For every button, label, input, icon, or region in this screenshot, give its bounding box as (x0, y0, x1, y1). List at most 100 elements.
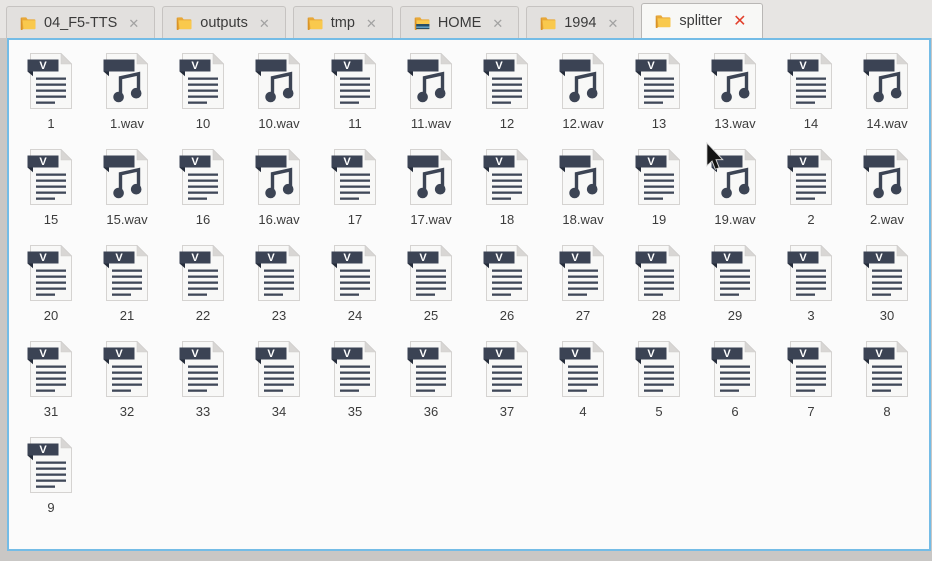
file-11[interactable]: V 11 (317, 52, 393, 148)
file-30[interactable]: V 30 (849, 244, 925, 340)
tab-bar: 04_F5-TTS ✕ outputs ✕ tmp ✕ (0, 0, 932, 38)
tab-close-icon[interactable]: ✕ (490, 16, 505, 31)
file-2[interactable]: V 2 (773, 148, 849, 244)
file-16[interactable]: V 16 (165, 148, 241, 244)
file-label: 27 (576, 309, 590, 322)
file-label: 30 (880, 309, 894, 322)
tab-tmp[interactable]: tmp ✕ (293, 6, 393, 38)
file-18.wav[interactable]: V 18.wav (545, 148, 621, 244)
file-6[interactable]: V 6 (697, 340, 773, 436)
file-icon: V (255, 52, 303, 110)
file-35[interactable]: V 35 (317, 340, 393, 436)
folder-icon (20, 16, 36, 30)
tab-splitter[interactable]: splitter ✕ (641, 3, 762, 38)
vim-badge: V (343, 252, 351, 264)
vim-badge: V (39, 348, 47, 360)
file-23[interactable]: V 23 (241, 244, 317, 340)
vim-badge: V (115, 252, 123, 264)
file-1.wav[interactable]: V 1.wav (89, 52, 165, 148)
file-13[interactable]: V 13 (621, 52, 697, 148)
tab-close-icon[interactable]: ✕ (731, 13, 748, 31)
file-icon: V (27, 340, 75, 398)
vim-badge: V (571, 348, 579, 360)
file-36[interactable]: V 36 (393, 340, 469, 436)
file-2.wav[interactable]: V 2.wav (849, 148, 925, 244)
file-15[interactable]: V 15 (13, 148, 89, 244)
file-label: 11.wav (411, 117, 451, 130)
file-15.wav[interactable]: V 15.wav (89, 148, 165, 244)
file-17[interactable]: V 17 (317, 148, 393, 244)
file-26[interactable]: V 26 (469, 244, 545, 340)
file-label: 15 (44, 213, 58, 226)
file-label: 13 (652, 117, 666, 130)
file-21[interactable]: V 21 (89, 244, 165, 340)
tab-close-icon[interactable]: ✕ (126, 16, 141, 31)
file-icon: V (179, 52, 227, 110)
file-14[interactable]: V 14 (773, 52, 849, 148)
vim-badge: V (495, 252, 503, 264)
file-10.wav[interactable]: V 10.wav (241, 52, 317, 148)
file-31[interactable]: V 31 (13, 340, 89, 436)
file-19.wav[interactable]: V 19.wav (697, 148, 773, 244)
file-8[interactable]: V 8 (849, 340, 925, 436)
tab-04_f5-tts[interactable]: 04_F5-TTS ✕ (6, 6, 155, 38)
file-12[interactable]: V 12 (469, 52, 545, 148)
tab-close-icon[interactable]: ✕ (364, 16, 379, 31)
file-label: 16.wav (258, 213, 299, 226)
file-33[interactable]: V 33 (165, 340, 241, 436)
file-1[interactable]: V 1 (13, 52, 89, 148)
file-icon: V (483, 244, 531, 302)
tab-home[interactable]: HOME ✕ (400, 6, 519, 38)
file-12.wav[interactable]: V 12.wav (545, 52, 621, 148)
file-37[interactable]: V 37 (469, 340, 545, 436)
file-7[interactable]: V 7 (773, 340, 849, 436)
file-32[interactable]: V 32 (89, 340, 165, 436)
file-label: 1.wav (110, 117, 144, 130)
file-label: 15.wav (106, 213, 147, 226)
file-label: 11 (348, 117, 362, 130)
file-29[interactable]: V 29 (697, 244, 773, 340)
file-27[interactable]: V 27 (545, 244, 621, 340)
vim-badge: V (875, 348, 883, 360)
file-13.wav[interactable]: V 13.wav (697, 52, 773, 148)
file-10[interactable]: V 10 (165, 52, 241, 148)
file-5[interactable]: V 5 (621, 340, 697, 436)
file-icon: V (711, 52, 759, 110)
file-20[interactable]: V 20 (13, 244, 89, 340)
vim-badge: V (647, 252, 655, 264)
file-icon: V (787, 148, 835, 206)
file-4[interactable]: V 4 (545, 340, 621, 436)
tab-1994[interactable]: 1994 ✕ (526, 6, 634, 38)
file-label: 8 (883, 405, 890, 418)
vim-badge: V (343, 156, 351, 168)
vim-badge: V (191, 348, 199, 360)
file-3[interactable]: V 3 (773, 244, 849, 340)
file-18[interactable]: V 18 (469, 148, 545, 244)
folder-icon (540, 16, 556, 30)
tab-label: 04_F5-TTS (44, 15, 117, 31)
file-14.wav[interactable]: V 14.wav (849, 52, 925, 148)
file-manager-window: 04_F5-TTS ✕ outputs ✕ tmp ✕ (0, 0, 932, 561)
file-icon: V (103, 148, 151, 206)
folder-icon (176, 16, 192, 30)
file-label: 6 (731, 405, 738, 418)
file-28[interactable]: V 28 (621, 244, 697, 340)
file-16.wav[interactable]: V 16.wav (241, 148, 317, 244)
file-24[interactable]: V 24 (317, 244, 393, 340)
file-34[interactable]: V 34 (241, 340, 317, 436)
file-11.wav[interactable]: V 11.wav (393, 52, 469, 148)
file-label: 18 (500, 213, 514, 226)
tab-close-icon[interactable]: ✕ (257, 16, 272, 31)
tab-outputs[interactable]: outputs ✕ (162, 6, 285, 38)
file-icon: V (179, 244, 227, 302)
file-icon: V (407, 244, 455, 302)
file-label: 25 (424, 309, 438, 322)
tab-close-icon[interactable]: ✕ (605, 16, 620, 31)
file-label: 10 (196, 117, 210, 130)
file-25[interactable]: V 25 (393, 244, 469, 340)
tab-label: HOME (438, 15, 482, 31)
file-19[interactable]: V 19 (621, 148, 697, 244)
file-22[interactable]: V 22 (165, 244, 241, 340)
file-9[interactable]: V 9 (13, 436, 89, 532)
file-17.wav[interactable]: V 17.wav (393, 148, 469, 244)
